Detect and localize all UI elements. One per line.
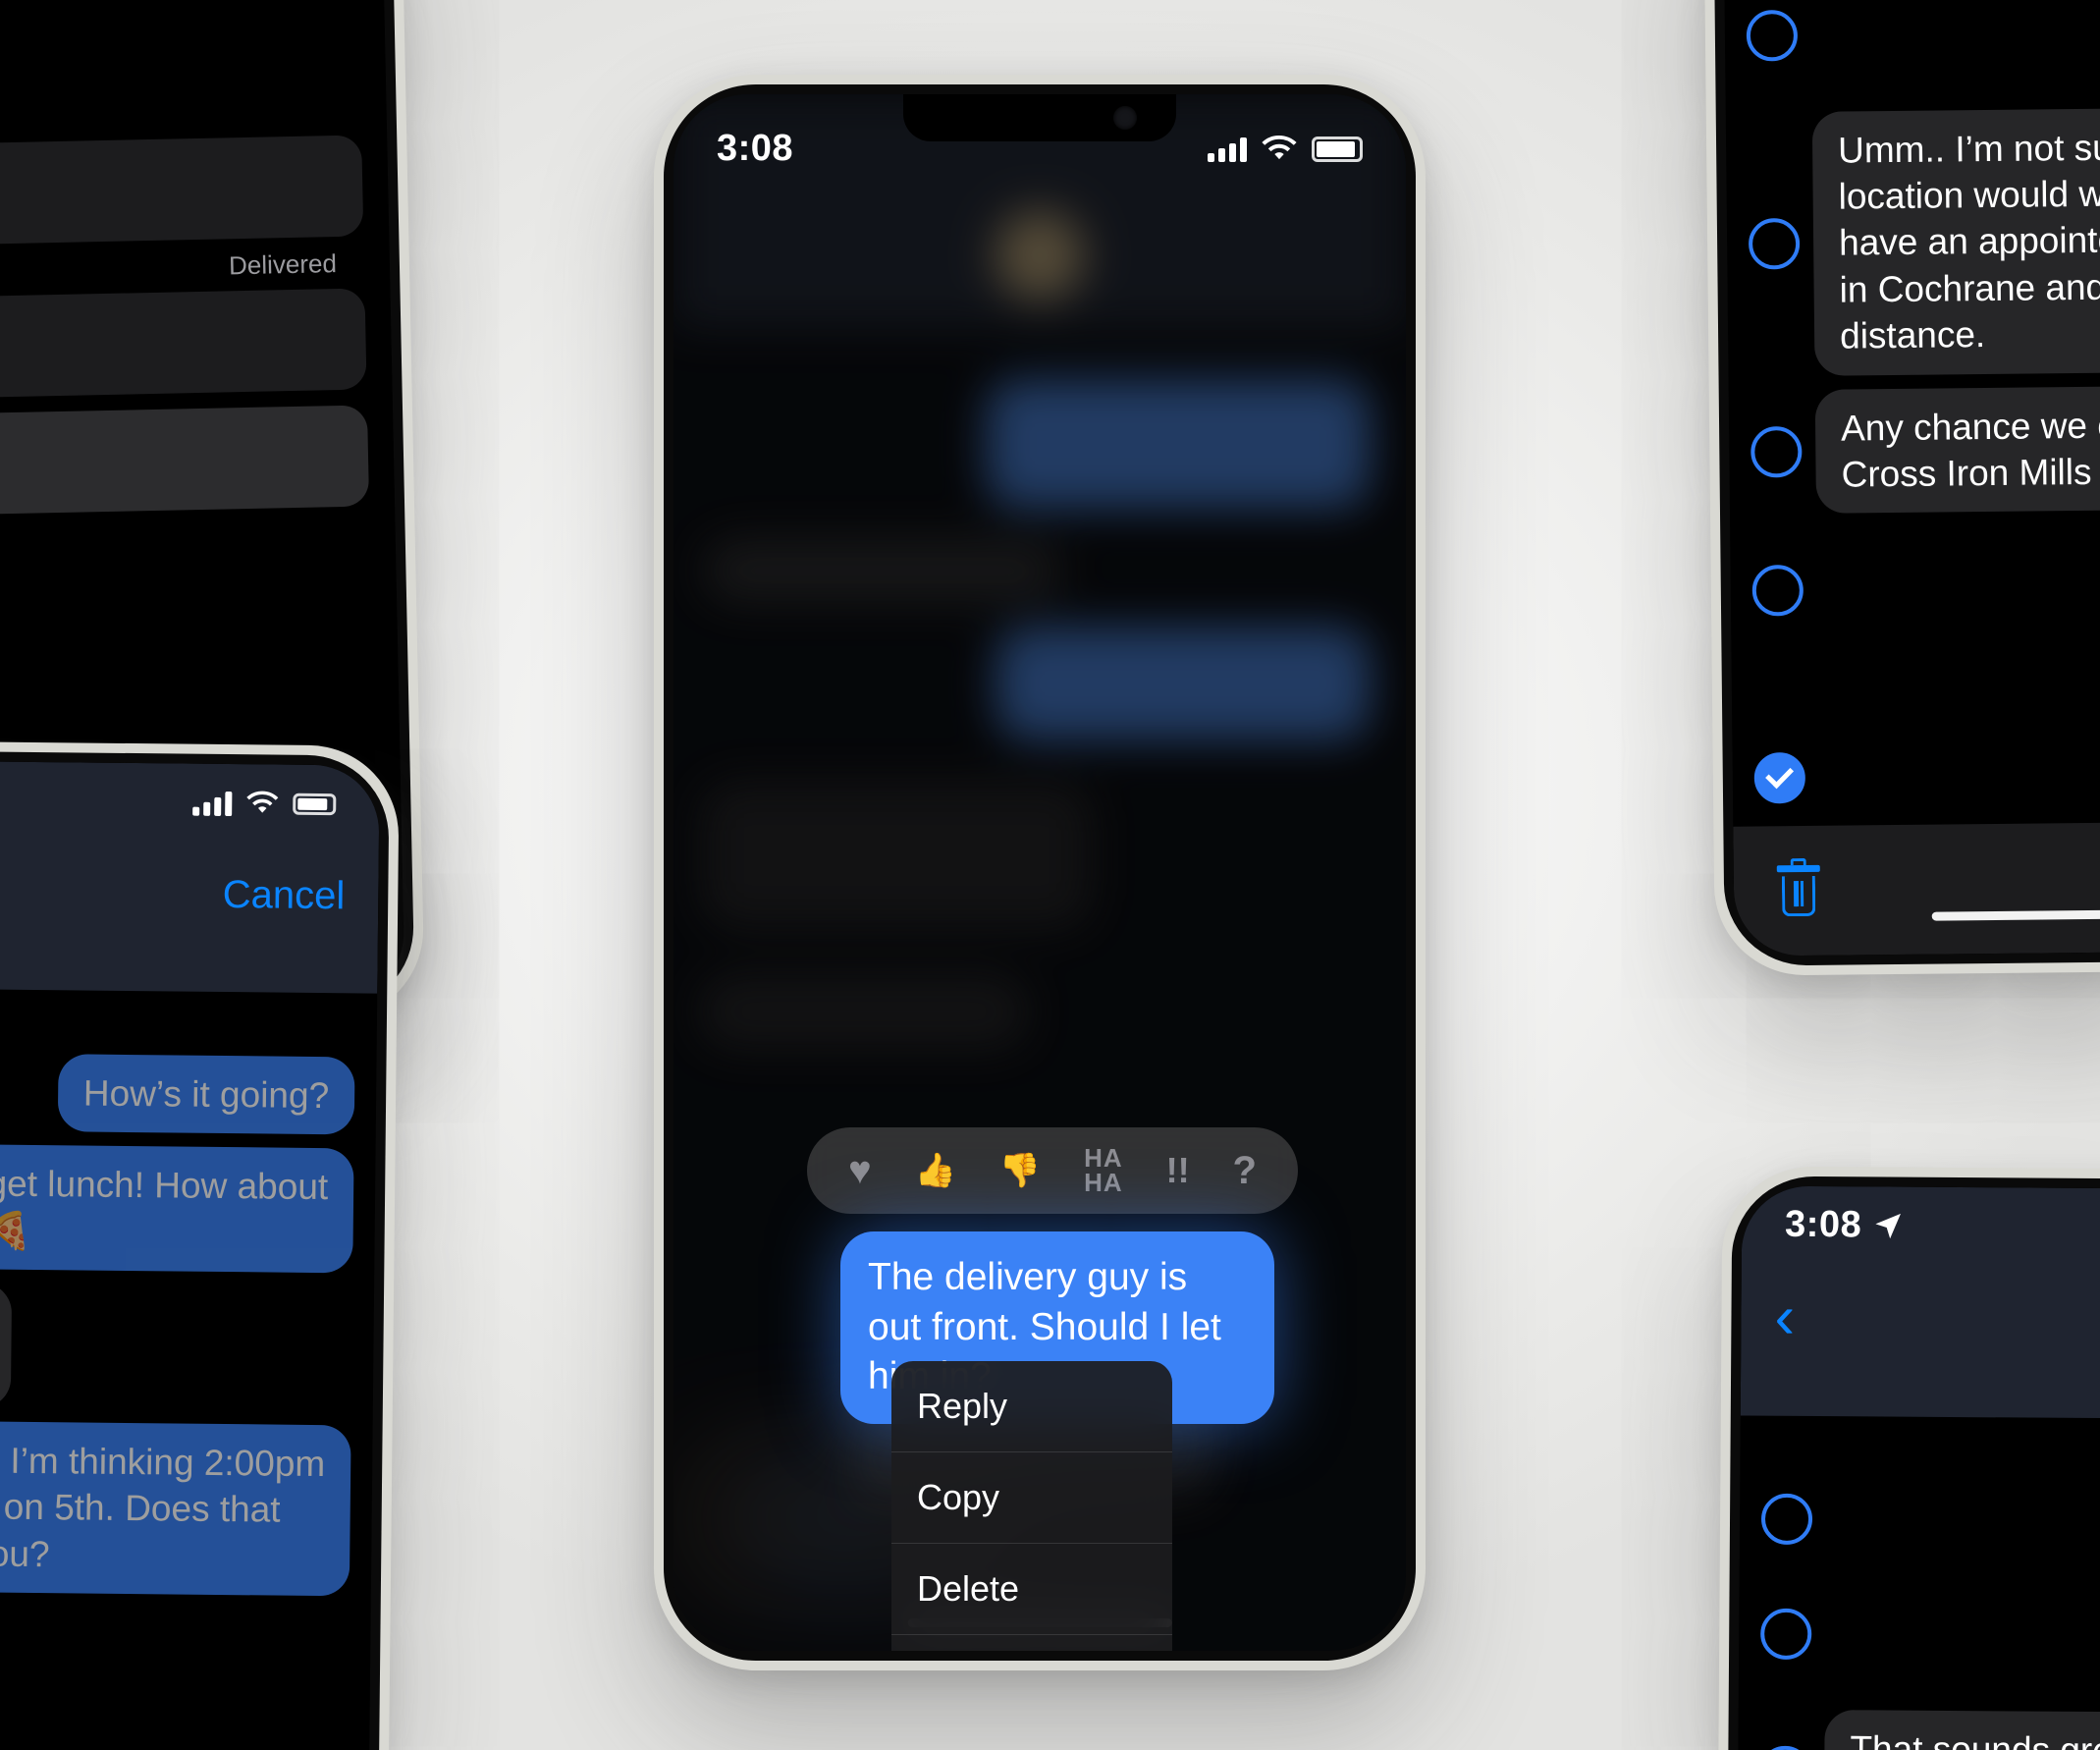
message-list: How’s it going? get lunch! How about 🍕 a… [0,1050,377,1750]
message-bubble[interactable]: ome! I’m thinking 2:00pm Cibo on 5th. Do… [0,1420,351,1597]
heart-icon[interactable]: ♥ [848,1151,872,1190]
haha-icon[interactable]: HA HA [1084,1145,1123,1195]
table-row[interactable]: Umm.. I’m not sure th location would wor… [1726,105,2100,376]
selection-circle[interactable] [1759,1746,1811,1750]
question-icon[interactable]: ? [1233,1151,1257,1190]
battery-icon [293,793,337,815]
phone-screen: at Via Cibo work for yo Umm.. I’m not su… [1721,0,2100,957]
cancel-button[interactable]: Cancel [223,873,346,918]
action-sheet-group: or everyone [0,135,364,249]
selection-circle[interactable] [1751,564,1804,617]
selection-toolbar [1733,819,2100,957]
delete-action-sheet: or everyone Delivered e for you ancel [0,135,370,520]
menu-item-copy[interactable]: Copy [891,1452,1172,1544]
status-icons [1208,135,1363,163]
message-list: Heyy! How Let’s get lu pizza? 🍕 That sou… [1738,1479,2100,1750]
table-row[interactable]: at Via Cibo work for yo [1724,0,2100,99]
message-bubble[interactable]: get lunch! How about 🍕 [0,1144,354,1274]
message-bubble[interactable]: Umm.. I’m not sure th location would wor… [1811,107,2100,376]
wifi-icon [246,791,279,813]
scene-canvas: I’m down for whatever! y 3:05 PM or ever… [0,0,2100,1750]
message-row: ome! I’m thinking 2:00pm Cibo on 5th. Do… [0,1418,373,1597]
message-row: get lunch! How about 🍕 [0,1142,376,1274]
conversation-header: ‹ Tobias › [1741,1246,2100,1405]
message-row: at! I’m in. What u? [0,1280,374,1411]
status-bar: 3:08 [1742,1186,2100,1251]
selection-circle[interactable] [1750,425,1803,478]
reaction-bar[interactable]: ♥ 👍 👎 HA HA !! ? [807,1127,1298,1214]
status-bar: 3:08 [673,94,1406,170]
selection-circle-checked[interactable] [1753,752,1806,804]
status-time: 3:08 [717,128,794,169]
status-time: 3:08 [1785,1204,1905,1247]
cancel-button[interactable]: ancel [0,405,370,520]
navigation-bar: Tobias › Cancel [0,758,380,994]
menu-item-translate[interactable]: Translate [891,1635,1172,1651]
context-menu: Reply Copy Delete Translate Forward [891,1361,1172,1651]
phone-screen: 3:08 ‹ Tobias › [1733,1185,2100,1750]
conversation-timestamp: Today 3:05 [1740,1433,2100,1468]
delete-for-you-button[interactable]: e for you [0,288,367,402]
delete-for-everyone-button[interactable]: or everyone [0,135,363,248]
center-phone: 3:08 ♥ 👍 👎 HA HA !! ? The delivery guy i… [654,75,1426,1670]
trash-icon[interactable] [1776,857,1821,917]
phone-screen: Tobias › Cancel y 3:05 PM How’s it going… [0,758,380,1750]
bottom-right-phone: 3:08 ‹ Tobias › [1713,1166,2100,1750]
table-row[interactable]: That works day so I’m [1730,520,2100,652]
exclamation-icon[interactable]: !! [1166,1153,1190,1188]
selection-circle[interactable] [1746,10,1799,62]
cellular-signal-icon [192,790,233,816]
table-row[interactable]: Let’s get lu pizza? 🍕 [1739,1571,2100,1701]
status-bar [0,758,380,825]
table-row[interactable]: Heyy! How [1740,1479,2100,1561]
message-bubble[interactable]: How’s it going? [57,1054,355,1135]
menu-item-delete[interactable]: Delete [891,1544,1172,1635]
table-row[interactable]: That sounds great! I’m time works for yo… [1738,1710,2100,1750]
message-bubble[interactable]: Any chance we can m Cross Iron Mills loc… [1814,385,2100,515]
location-arrow-icon [1875,1213,1902,1238]
selection-circle[interactable] [1760,1493,1813,1545]
battery-icon [1312,136,1363,162]
bottom-left-phone: Tobias › Cancel y 3:05 PM How’s it going… [0,738,400,1750]
conversation-header: Tobias › Cancel [0,818,379,979]
message-row: How’s it going? [0,1050,377,1135]
message-bubble[interactable]: That sounds great! I’m time works for yo… [1823,1710,2100,1750]
cellular-signal-icon [1208,137,1247,162]
selection-circle[interactable] [1748,218,1801,270]
selection-circle[interactable] [1760,1608,1812,1660]
status-icons [192,790,337,817]
message-row: re that ork because I ment at 4:30 it’s … [0,1603,371,1750]
table-row[interactable]: Any chance we can m Cross Iron Mills loc… [1729,383,2100,515]
delivered-status: Delivered [228,248,338,281]
top-right-phone: at Via Cibo work for yo Umm.. I’m not su… [1701,0,2100,976]
phone-screen: 3:08 ♥ 👍 👎 HA HA !! ? The delivery guy i… [673,94,1406,1651]
conversation-timestamp: y 3:05 PM [0,1004,377,1041]
navigation-bar: 3:08 ‹ Tobias › [1740,1185,2100,1421]
chevron-left-icon[interactable]: ‹ [1774,1284,1795,1351]
action-sheet-group-2: e for you [0,288,367,403]
message-list: at Via Cibo work for yo Umm.. I’m not su… [1721,0,2100,841]
thumbs-down-icon[interactable]: 👎 [999,1154,1041,1187]
message-bubble[interactable]: at! I’m in. What u? [0,1280,12,1408]
menu-item-reply[interactable]: Reply [891,1361,1172,1452]
thumbs-up-icon[interactable]: 👍 [915,1154,956,1187]
status-time-label: 3:08 [1784,1203,1862,1246]
home-indicator [1931,908,2100,921]
conversation-timestamp: Today 3:05 [1732,663,2100,701]
wifi-icon [1262,135,1297,159]
table-row[interactable]: The delive Should I le [1732,709,2100,841]
